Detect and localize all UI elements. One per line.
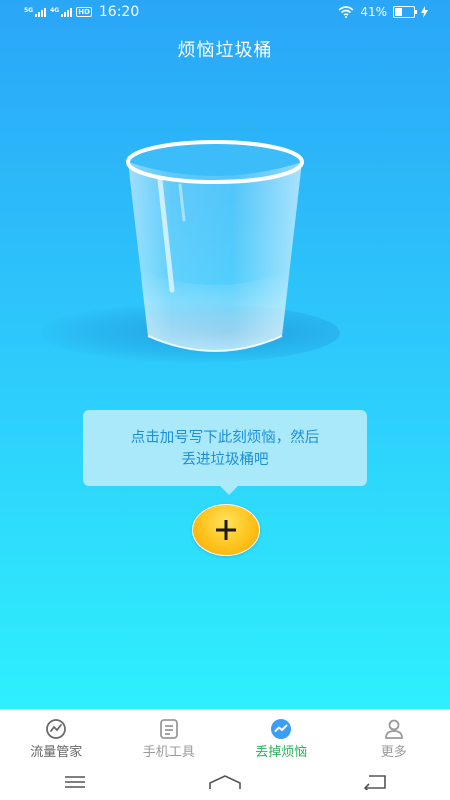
plus-icon	[216, 520, 236, 540]
nav-label: 手机工具	[142, 745, 195, 760]
nav-label: 更多	[380, 745, 407, 760]
battery-percent: 41%	[360, 5, 387, 19]
traffic-icon	[45, 718, 67, 740]
menu-icon	[65, 776, 85, 788]
add-worry-button[interactable]	[192, 504, 260, 556]
nav-label: 流量管家	[30, 745, 83, 760]
battery-icon	[393, 6, 417, 18]
nav-throw-worries[interactable]: 丢掉烦恼	[225, 710, 338, 765]
wifi-icon	[338, 6, 354, 18]
person-icon	[383, 718, 405, 740]
status-right: 41%	[338, 5, 428, 19]
chart-bubble-icon	[270, 718, 292, 740]
signal-4g-icon: 4G	[50, 6, 73, 17]
clock: 16:20	[98, 4, 140, 20]
hd-voice-icon: HD	[76, 7, 92, 17]
page-title: 烦恼垃圾桶	[177, 40, 273, 61]
tools-icon	[158, 718, 180, 740]
network-type-label: 4G	[50, 6, 60, 14]
hint-tooltip: 点击加号写下此刻烦恼，然后 丢进垃圾桶吧	[83, 410, 367, 495]
home-button[interactable]	[205, 770, 245, 794]
hint-line-1: 点击加号写下此刻烦恼，然后	[130, 430, 320, 446]
nav-more[interactable]: 更多	[338, 710, 450, 765]
network-type-label: 5G	[24, 6, 34, 14]
hint-line-2: 丢进垃圾桶吧	[181, 452, 269, 468]
nav-phone-tools[interactable]: 手机工具	[113, 710, 226, 765]
home-icon	[209, 775, 241, 789]
trash-cup-icon	[126, 140, 304, 352]
signal-5g-icon: 5G	[24, 6, 47, 17]
system-nav-bar	[0, 764, 450, 800]
back-icon	[363, 775, 386, 790]
bottom-nav: 流量管家 手机工具 丢掉烦恼 更多	[0, 709, 450, 765]
charging-icon	[421, 6, 428, 18]
nav-label: 丢掉烦恼	[255, 745, 308, 760]
back-button[interactable]	[355, 770, 395, 794]
main-screen: 5G 4G HD 16:20 41% 烦恼垃圾桶 点击加号写下此刻烦恼，然后 丢…	[0, 0, 450, 709]
status-bar: 5G 4G HD 16:20 41%	[0, 0, 450, 28]
nav-traffic-manager[interactable]: 流量管家	[0, 710, 113, 765]
status-left: 5G 4G HD 16:20	[24, 4, 139, 20]
menu-button[interactable]	[55, 770, 95, 794]
